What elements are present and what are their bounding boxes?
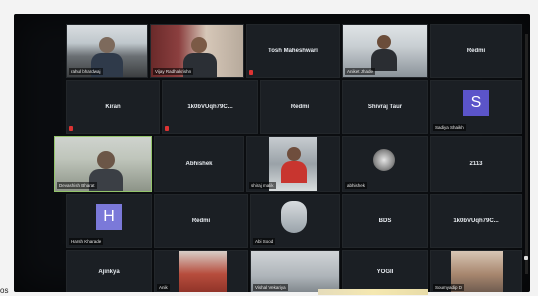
video-conference-screen: rahul bhardwaj Vijay Radhakrishn Tosh Ma… [14, 14, 530, 292]
participant-name: Tosh Maheshwari [268, 48, 318, 54]
mic-muted-icon [165, 126, 169, 131]
participant-tile[interactable]: Abhishek [154, 136, 244, 192]
participant-video [179, 251, 227, 292]
participant-name: Kiran [105, 104, 121, 110]
mask-avatar-icon [281, 201, 307, 233]
participant-name: Ajinkya [98, 269, 120, 275]
participant-tile[interactable]: 1k0bVUqh79C... [430, 194, 522, 248]
person-silhouette [191, 37, 207, 53]
participant-tile[interactable]: H Harsh Kharade [66, 194, 152, 248]
participant-name: 1k0bVUqh79C... [453, 218, 499, 224]
participant-name-label: abhishek [345, 182, 368, 189]
participant-tile[interactable]: Aniket Jhade [342, 24, 428, 78]
robot-avatar-icon [373, 149, 395, 171]
grid-scrollbar[interactable] [525, 34, 528, 274]
participant-name: Abhishek [185, 161, 213, 167]
participant-tile-active-speaker[interactable]: Devashish Bharat [54, 136, 152, 192]
participant-name: Redmi [290, 104, 310, 110]
cursor-icon [524, 256, 528, 260]
participant-name-label: Vijay Radhakrishn [153, 68, 194, 75]
participant-tile[interactable]: BDS [342, 194, 428, 248]
participant-name: 1k0bVUqh79C... [187, 104, 233, 110]
participant-name-label: Sadiya Shaikh [433, 124, 466, 131]
participant-name-label: Harsh Kharade [69, 238, 104, 245]
participant-name-label: Vishal Vekariya [253, 284, 288, 291]
participant-tile[interactable]: Ajinkya [66, 250, 152, 292]
participant-name: 2113 [469, 161, 483, 167]
participant-name: Redmi [466, 48, 486, 54]
participant-tile[interactable]: Abi Sood [250, 194, 340, 248]
participant-tile[interactable]: Anik [154, 250, 248, 292]
participant-name-label: rahul bhardwaj [69, 68, 103, 75]
participant-tile[interactable]: shiraj malik [246, 136, 340, 192]
participant-tile[interactable]: Soumyadip D [430, 250, 522, 292]
participant-tile[interactable]: 1k0bVUqh79C... [162, 80, 258, 134]
participant-tile[interactable]: YOGII [342, 250, 428, 292]
participant-tile[interactable]: Redmi [154, 194, 248, 248]
participant-tile[interactable]: Vijay Radhakrishn [150, 24, 244, 78]
participant-name-label: Abi Sood [253, 238, 276, 245]
participant-name-label: Aniket Jhade [345, 68, 376, 75]
person-silhouette [287, 147, 301, 161]
avatar: S [463, 89, 489, 116]
avatar: H [96, 203, 122, 230]
participant-name-label: Soumyadip D [433, 284, 465, 291]
participant-name: Shivraj Taur [367, 104, 403, 110]
participant-tile[interactable]: Kiran [66, 80, 160, 134]
person-silhouette [99, 37, 115, 53]
participant-name-label: shiraj malik [249, 182, 276, 189]
person-silhouette [97, 151, 115, 169]
participant-tile[interactable]: Tosh Maheshwari [246, 24, 340, 78]
corner-text: os [0, 286, 9, 295]
participant-tile[interactable]: Shivraj Taur [342, 80, 428, 134]
participant-name: YOGII [376, 269, 394, 275]
participant-tile[interactable]: Vishal Vekariya [250, 250, 340, 292]
person-silhouette [377, 35, 391, 49]
participant-name-label: Anik [157, 284, 170, 291]
mic-muted-icon [69, 126, 73, 131]
taskbar-strip [318, 289, 428, 295]
mic-muted-icon [249, 70, 253, 75]
participant-tile[interactable]: Redmi [430, 24, 522, 78]
participant-tile[interactable]: 2113 [430, 136, 522, 192]
participant-name: Redmi [191, 218, 211, 224]
participant-tile[interactable]: Redmi [260, 80, 340, 134]
participant-tile[interactable]: abhishek [342, 136, 428, 192]
participant-tile[interactable]: S Sadiya Shaikh [430, 80, 522, 134]
participant-tile[interactable]: rahul bhardwaj [66, 24, 148, 78]
participant-name: BDS [378, 218, 392, 224]
person-body [281, 161, 307, 183]
participant-name-label: Devashish Bharat [57, 182, 97, 189]
